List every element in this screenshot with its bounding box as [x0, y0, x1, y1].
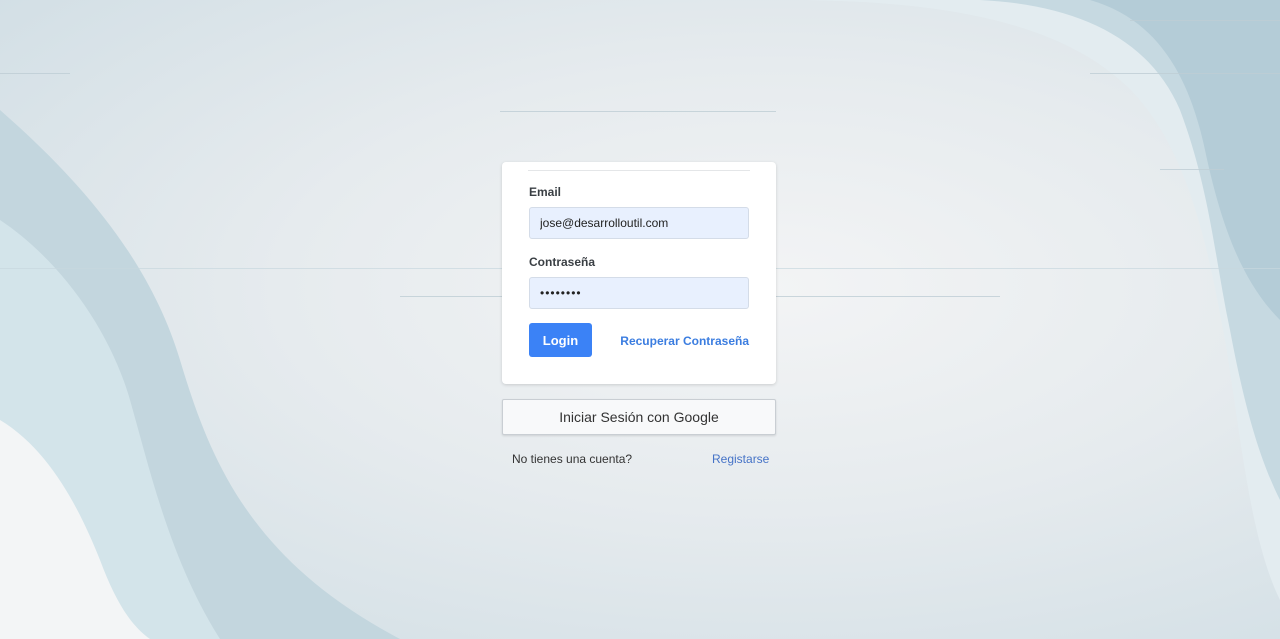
login-button[interactable]: Login: [529, 323, 592, 357]
password-label: Contraseña: [529, 255, 596, 269]
password-field[interactable]: [529, 277, 749, 309]
glitch-line: [1090, 73, 1280, 74]
register-link[interactable]: Registarse: [712, 452, 769, 466]
recover-password-link[interactable]: Recuperar Contraseña: [620, 334, 749, 348]
google-signin-button[interactable]: Iniciar Sesión con Google: [502, 399, 776, 435]
glitch-line: [500, 111, 776, 112]
email-field[interactable]: [529, 207, 749, 239]
glitch-line: [1130, 20, 1280, 21]
login-page: Email Contraseña Login Recuperar Contras…: [0, 0, 1280, 639]
glitch-line: [1160, 169, 1224, 170]
login-card: Email Contraseña Login Recuperar Contras…: [502, 162, 776, 384]
glitch-line: [0, 73, 70, 74]
email-label: Email: [529, 185, 562, 199]
card-divider: [528, 170, 750, 171]
no-account-text: No tienes una cuenta?: [512, 452, 633, 466]
